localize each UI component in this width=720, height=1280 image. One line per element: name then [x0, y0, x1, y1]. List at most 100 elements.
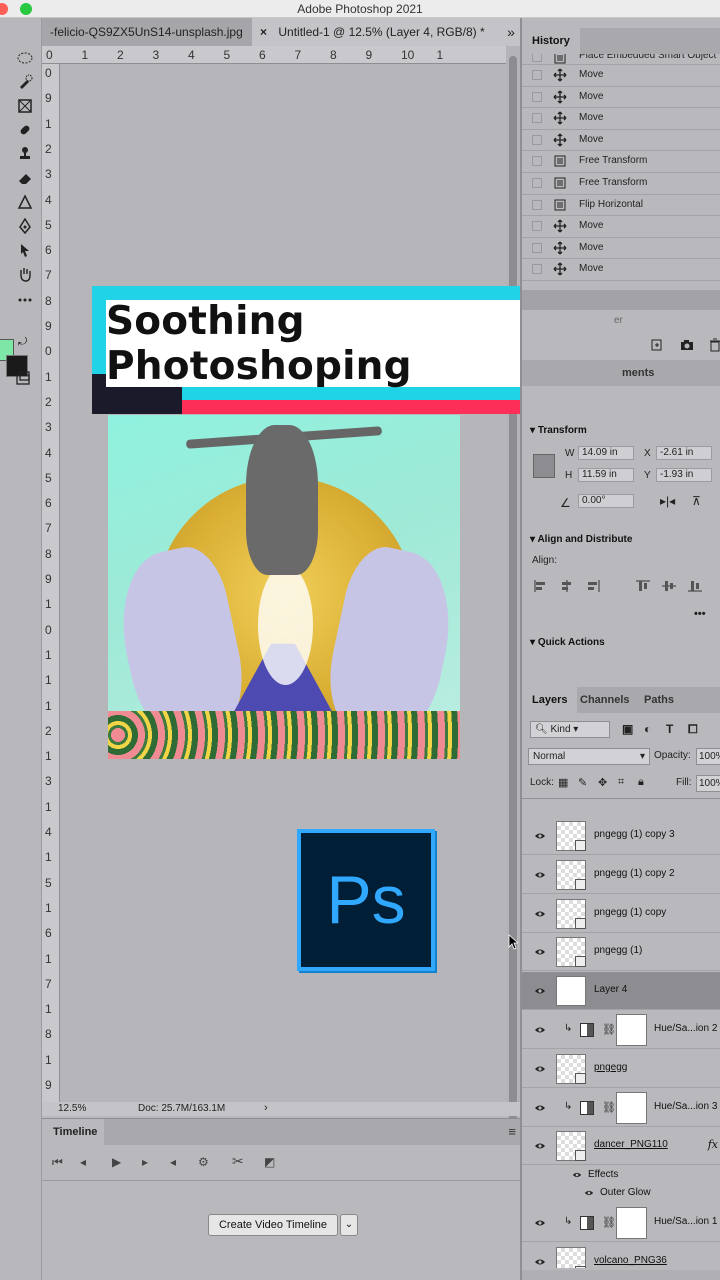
- lock-transparency-icon[interactable]: ▦: [558, 776, 568, 789]
- visibility-eye-icon[interactable]: [534, 869, 546, 881]
- layer-thumbnail[interactable]: [556, 937, 586, 968]
- trash-icon[interactable]: [708, 338, 720, 352]
- more-tools[interactable]: [14, 290, 36, 310]
- align-center-h-icon[interactable]: [560, 580, 574, 592]
- document-tab-untitled[interactable]: × Untitled-1 @ 12.5% (Layer 4, RGB/8) *: [252, 18, 526, 46]
- history-source-checkbox[interactable]: [532, 177, 542, 188]
- history-source-checkbox[interactable]: [532, 54, 542, 62]
- layer-mask-thumbnail[interactable]: [616, 1014, 647, 1046]
- hue-saturation-adjustment-icon[interactable]: [580, 1216, 594, 1231]
- go-to-first-frame-icon[interactable]: ⏮: [52, 1155, 63, 1170]
- mask-link-chain-icon[interactable]: ⛓: [602, 1216, 616, 1229]
- layer-row[interactable]: ↳ ⛓ Hue/Sa...ion 3: [522, 1089, 720, 1127]
- screen-mode-button[interactable]: [12, 368, 34, 388]
- quick-actions-title[interactable]: ▾ Quick Actions: [530, 637, 605, 648]
- split-scissors-icon[interactable]: ✂: [232, 1153, 244, 1170]
- tab-history[interactable]: History: [522, 28, 580, 54]
- hue-saturation-adjustment-icon[interactable]: [580, 1023, 594, 1037]
- angle-field[interactable]: 0.00°: [578, 494, 634, 508]
- history-source-checkbox[interactable]: [532, 134, 542, 145]
- artwork-collage[interactable]: [108, 415, 460, 759]
- lock-position-icon[interactable]: ✥: [598, 776, 607, 789]
- swap-colors-icon[interactable]: ⤾: [18, 336, 27, 349]
- visibility-eye-icon[interactable]: [534, 1217, 546, 1229]
- height-field[interactable]: 11.59 in: [578, 468, 634, 482]
- lock-artboard-icon[interactable]: ⌗: [618, 776, 624, 789]
- history-state[interactable]: Move: [522, 216, 720, 238]
- frame-tool[interactable]: [14, 96, 36, 116]
- align-center-v-icon[interactable]: [662, 580, 676, 592]
- mask-link-chain-icon[interactable]: ⛓: [602, 1023, 616, 1036]
- layer-thumbnail[interactable]: [556, 898, 586, 929]
- visibility-eye-icon[interactable]: [534, 1024, 546, 1036]
- hand-tool[interactable]: [14, 264, 36, 284]
- align-bottom-icon[interactable]: [688, 580, 702, 592]
- lock-pixels-icon[interactable]: ✎: [578, 776, 587, 789]
- horizontal-ruler[interactable]: 0 1 2 3 4 5 6 7 8 9 10 1: [42, 46, 506, 64]
- eraser-tool[interactable]: [14, 168, 36, 188]
- adjustment-filter-icon[interactable]: ◐: [644, 722, 651, 736]
- layer-row[interactable]: pngegg (1) copy 3: [522, 817, 720, 855]
- transform-section-title[interactable]: ▾ Transform: [530, 425, 587, 436]
- layer-thumbnail[interactable]: [556, 1247, 586, 1268]
- align-right-icon[interactable]: [586, 580, 600, 592]
- audio-icon[interactable]: ◂: [170, 1155, 176, 1169]
- next-frame-icon[interactable]: ▸: [142, 1155, 148, 1169]
- history-source-checkbox[interactable]: [532, 70, 542, 80]
- link-dimensions-icon[interactable]: [533, 454, 555, 478]
- timeline-menu-icon[interactable]: ≡: [508, 1124, 516, 1139]
- align-left-icon[interactable]: [534, 580, 548, 592]
- tab-overflow-icon[interactable]: »: [500, 18, 522, 46]
- history-source-checkbox[interactable]: [532, 199, 542, 210]
- history-state[interactable]: Flip Horizontal: [522, 195, 720, 217]
- pixel-filter-icon[interactable]: ▣: [622, 722, 633, 736]
- mask-link-chain-icon[interactable]: ⛓: [602, 1101, 616, 1114]
- history-state[interactable]: Move: [522, 238, 720, 260]
- tab-timeline[interactable]: Timeline: [42, 1119, 104, 1145]
- shape-filter-icon[interactable]: ⧠: [688, 722, 698, 737]
- vertical-ruler[interactable]: 0912345678901234567891011121314151617181…: [42, 64, 60, 1102]
- visibility-eye-icon[interactable]: [534, 830, 546, 842]
- pen-tool[interactable]: [14, 216, 36, 236]
- hue-saturation-adjustment-icon[interactable]: [580, 1100, 594, 1115]
- history-state[interactable]: Free Transform: [522, 151, 720, 173]
- layer-row[interactable]: pngegg (1) copy 2: [522, 856, 720, 894]
- visibility-eye-icon[interactable]: [534, 946, 546, 958]
- history-source-checkbox[interactable]: [532, 113, 542, 124]
- type-filter-icon[interactable]: T: [666, 722, 673, 736]
- history-state[interactable]: Free Transform: [522, 173, 720, 195]
- outer-glow-visibility-eye-icon[interactable]: [584, 1188, 594, 1198]
- layer-thumbnail[interactable]: [556, 821, 586, 851]
- status-menu-arrow-icon[interactable]: ›: [264, 1102, 268, 1114]
- history-source-checkbox[interactable]: [532, 242, 542, 253]
- timeline-mode-dropdown-icon[interactable]: ⌄: [340, 1214, 358, 1236]
- width-field[interactable]: 14.09 in: [578, 446, 634, 460]
- path-selection-tool[interactable]: [14, 240, 36, 260]
- visibility-eye-icon[interactable]: [534, 985, 546, 997]
- history-source-checkbox[interactable]: [532, 264, 542, 275]
- layer-mask-thumbnail[interactable]: [616, 1207, 647, 1240]
- history-source-checkbox[interactable]: [532, 221, 542, 232]
- tab-paths[interactable]: Paths: [634, 687, 684, 713]
- align-section-title[interactable]: ▾ Align and Distribute: [530, 534, 632, 545]
- layer-thumbnail[interactable]: [556, 859, 586, 890]
- opacity-field[interactable]: 100%: [696, 748, 720, 765]
- zoom-level[interactable]: 12.5%: [58, 1103, 86, 1114]
- layer-thumbnail[interactable]: [556, 1131, 586, 1162]
- elliptical-marquee-tool[interactable]: [14, 48, 36, 68]
- effects-row[interactable]: Effects: [522, 1166, 720, 1184]
- flip-vertical-icon[interactable]: ⊼: [692, 494, 701, 508]
- history-source-checkbox[interactable]: [532, 156, 542, 167]
- visibility-eye-icon[interactable]: [534, 1256, 546, 1268]
- more-options-icon[interactable]: •••: [694, 608, 706, 620]
- scrollbar-thumb[interactable]: [509, 56, 517, 1136]
- layer-thumbnail[interactable]: [556, 976, 586, 1007]
- fill-field[interactable]: 100%: [696, 775, 720, 792]
- history-state[interactable]: Move: [522, 259, 720, 281]
- layer-row[interactable]: ↳ ⛓ Hue/Sa...ion 2: [522, 1011, 720, 1049]
- layer-row[interactable]: pngegg: [522, 1050, 720, 1088]
- layer-mask-thumbnail[interactable]: [616, 1091, 647, 1124]
- layer-row[interactable]: Layer 4: [522, 972, 720, 1011]
- filter-kind-select[interactable]: 🔍︎ Kind ▾: [530, 721, 610, 738]
- visibility-eye-icon[interactable]: [534, 1063, 546, 1075]
